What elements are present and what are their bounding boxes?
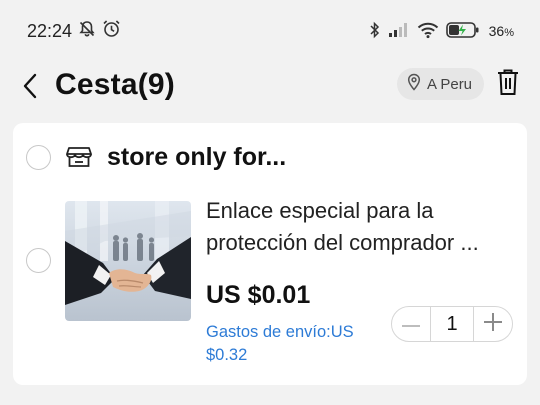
wifi-icon	[417, 21, 439, 42]
ship-to-selector[interactable]: A Peru	[397, 68, 485, 100]
store-cart-card: store only for... Enlace especial para l…	[13, 123, 527, 385]
item-select-checkbox[interactable]	[26, 248, 51, 273]
status-right: 36%	[369, 21, 514, 42]
ship-to-label: A Peru	[427, 75, 473, 93]
battery-percent: 36%	[488, 23, 514, 39]
shipping-cost: Gastos de envío:US $0.32	[206, 321, 386, 367]
location-pin-icon	[407, 73, 421, 95]
back-button[interactable]	[16, 70, 44, 106]
status-left: 22:24	[27, 19, 121, 43]
product-title[interactable]: Enlace especial para la protección del c…	[206, 195, 511, 259]
status-time: 22:24	[27, 20, 73, 41]
bluetooth-icon	[369, 21, 381, 42]
store-name[interactable]: store only for...	[107, 143, 286, 172]
battery-charging-icon	[445, 21, 480, 42]
decrease-quantity-button[interactable]	[392, 307, 430, 341]
shipping-cost-line-2: $0.32	[206, 346, 248, 364]
page-title: Cesta(9)	[55, 68, 175, 101]
status-bar: 22:24 36%	[0, 0, 540, 62]
signal-icon	[388, 22, 410, 41]
increase-quantity-button[interactable]	[474, 307, 512, 341]
plus-icon	[484, 312, 502, 336]
quantity-value[interactable]: 1	[430, 307, 474, 341]
product-title-line-1: Enlace especial para la	[206, 198, 434, 223]
delete-button[interactable]	[493, 67, 523, 101]
alarm-icon	[102, 19, 121, 43]
header: Cesta(9) A Peru	[0, 62, 540, 114]
mute-bell-icon	[78, 20, 96, 43]
product-image[interactable]	[65, 201, 191, 321]
product-price: US $0.01	[206, 281, 311, 309]
product-title-line-2: protección del comprador ...	[206, 230, 479, 255]
shipping-cost-line-1: Gastos de envío:US	[206, 323, 354, 341]
minus-icon	[402, 315, 420, 333]
chevron-left-icon	[22, 73, 38, 104]
quantity-stepper: 1	[391, 306, 513, 342]
trash-icon	[496, 68, 520, 101]
store-select-checkbox[interactable]	[26, 145, 51, 170]
store-icon	[66, 145, 92, 169]
